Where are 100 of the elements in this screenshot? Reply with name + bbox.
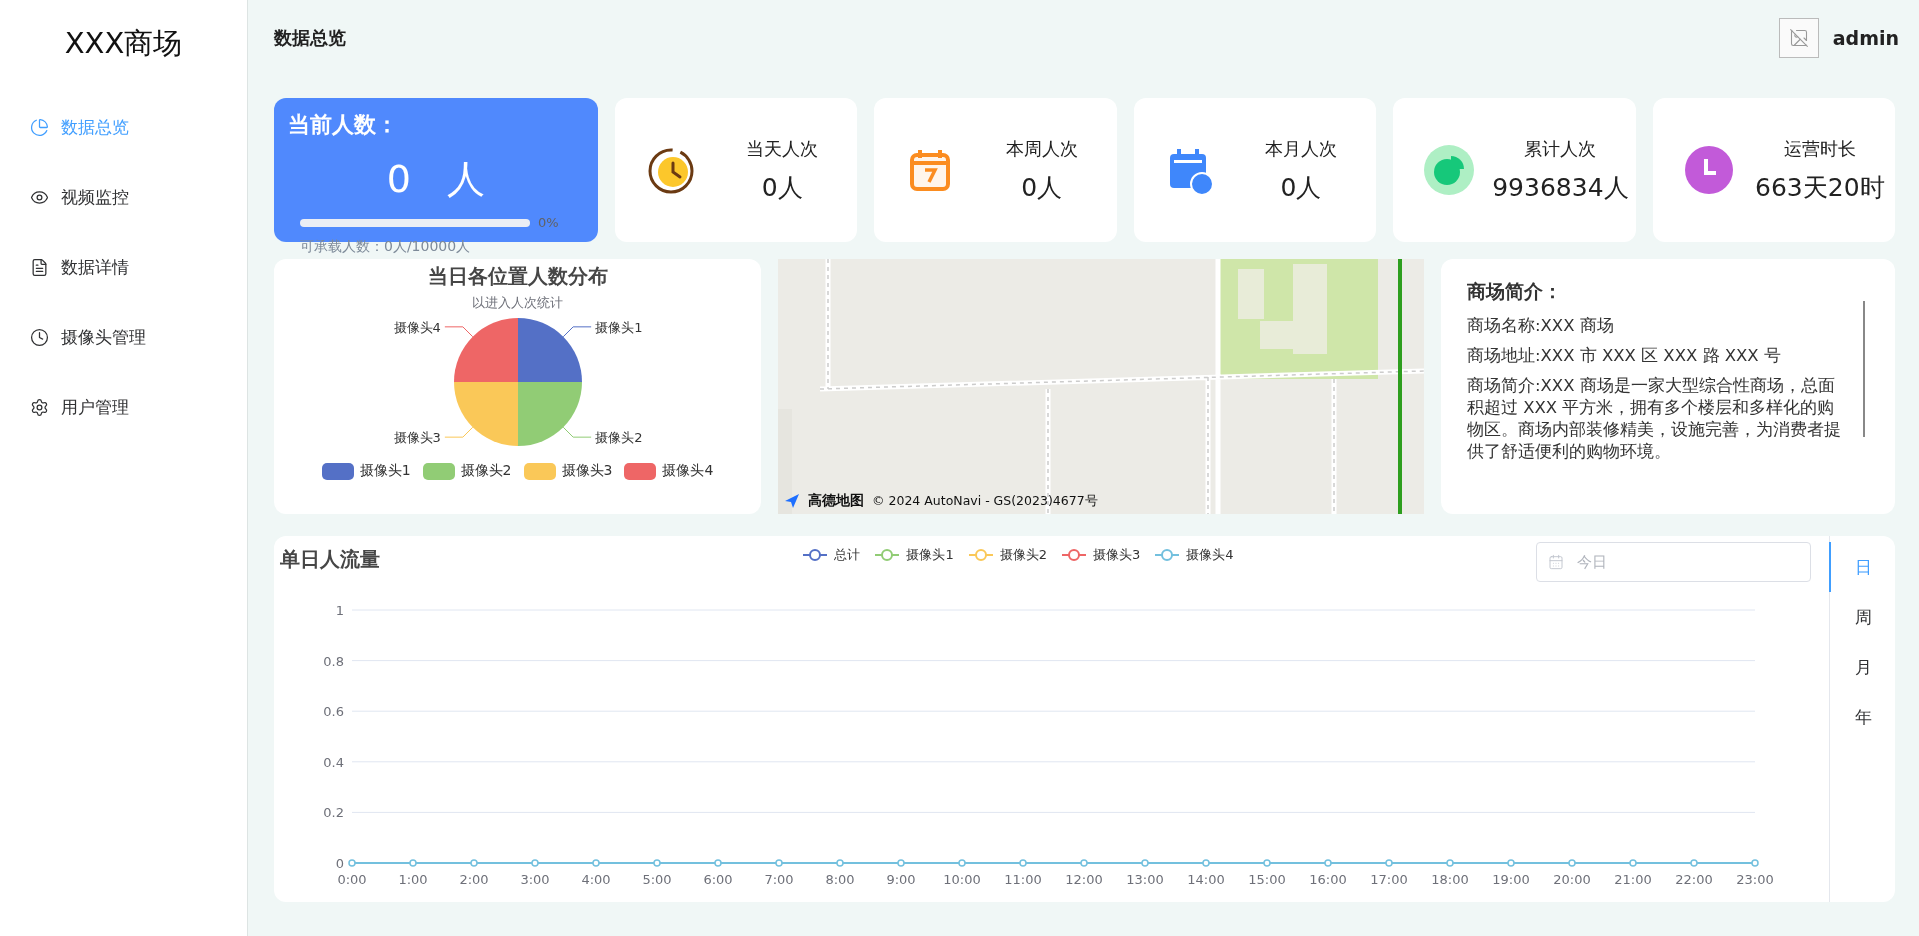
leader-line <box>444 426 474 438</box>
page-title: 数据总览 <box>274 26 346 50</box>
sidebar-item[interactable]: 视频监控 <box>0 162 247 232</box>
axis-tick-label: 11:00 <box>1004 872 1042 887</box>
data-point <box>775 859 783 867</box>
stat-value: 9936834人 <box>1492 171 1629 204</box>
document-icon <box>30 257 49 277</box>
card-title: 当前人数： <box>288 111 399 139</box>
data-point <box>592 859 600 867</box>
stat-label: 本周人次 <box>1005 136 1078 161</box>
axis-tick-label: 0:00 <box>337 872 367 887</box>
legend-item[interactable]: 摄像头4 <box>1154 546 1234 564</box>
data-point <box>470 859 478 867</box>
axis-tick-label: 1 <box>335 603 344 618</box>
data-point <box>836 859 844 867</box>
axis-tick-label: 2:00 <box>459 872 489 887</box>
period-tab[interactable]: 月 <box>1829 642 1895 692</box>
axis-tick-label: 0 <box>335 856 344 871</box>
data-point <box>1141 859 1149 867</box>
settings-icon <box>30 397 49 417</box>
logo: XXX商场 <box>63 25 184 62</box>
axis-tick-label: 12:00 <box>1065 872 1103 887</box>
leader-line <box>562 426 592 438</box>
data-point <box>714 859 722 867</box>
legend-item[interactable]: 摄像头3 <box>1061 546 1141 564</box>
stat-label: 本月人次 <box>1265 136 1337 161</box>
intro-paragraph: 商场地址:XXX 市 XXX 区 XXX 路 XXX 号 <box>1467 345 1782 367</box>
legend-item[interactable]: 摄像头1 <box>321 462 411 480</box>
progress-percent: 0% <box>538 215 559 230</box>
date-field[interactable]: 今日 <box>1536 542 1811 582</box>
pie-chart-icon <box>1423 144 1476 196</box>
intro-paragraph: 商场简介:XXX 商场是一家大型综合性商场，总面积超过 XXX 平方米，拥有多个楼层和多样化的购物区。商场内部装修精美，设施完善，为消费者提供了舒适便利的购物环境。 <box>1467 375 1842 463</box>
pie-label: 摄像头4 <box>393 319 441 335</box>
data-point <box>1263 859 1271 867</box>
legend-item[interactable]: 摄像头1 <box>874 546 954 564</box>
axis-tick-label: 10:00 <box>943 872 981 887</box>
legend-item[interactable]: 摄像头2 <box>967 546 1047 564</box>
axis-tick-label: 8:00 <box>825 872 855 887</box>
scrollbar[interactable] <box>1863 301 1865 437</box>
data-point <box>1080 859 1088 867</box>
axis-tick-label: 22:00 <box>1675 872 1713 887</box>
data-point <box>531 859 539 867</box>
sidebar-item[interactable]: 摄像头管理 <box>0 302 247 372</box>
stat-label: 当天人次 <box>746 136 819 161</box>
data-point <box>653 859 661 867</box>
current-count: 0 人 <box>385 156 487 203</box>
legend-item[interactable]: 摄像头4 <box>624 462 714 480</box>
axis-tick-label: 20:00 <box>1553 872 1591 887</box>
axis-tick-label: 0.6 <box>323 704 344 720</box>
legend-item[interactable]: 摄像头3 <box>523 462 613 480</box>
axis-tick-label: 4:00 <box>581 872 611 887</box>
sidebar-item[interactable]: 用户管理 <box>0 372 247 442</box>
chart-subtitle: 以进入人次统计 <box>472 294 563 312</box>
data-point <box>1751 859 1759 867</box>
stat-label: 运营时长 <box>1783 136 1856 161</box>
data-point <box>1019 859 1027 867</box>
period-tab[interactable]: 周 <box>1829 592 1895 642</box>
chart-title: 单日人流量 <box>280 546 380 573</box>
intro-title: 商场简介： <box>1467 279 1563 304</box>
clock-icon <box>1682 144 1735 196</box>
map-logo-icon <box>784 493 800 509</box>
calendar-icon <box>1548 554 1564 570</box>
axis-tick-label: 1:00 <box>398 872 428 887</box>
avatar[interactable] <box>1778 18 1819 58</box>
pie-label: 摄像头3 <box>393 430 441 446</box>
data-point <box>1324 859 1332 867</box>
axis-tick-label: 23:00 <box>1736 872 1774 887</box>
axis-tick-label: 19:00 <box>1492 872 1530 887</box>
data-point <box>1690 859 1698 867</box>
axis-tick-label: 7:00 <box>764 872 794 887</box>
data-point <box>1507 859 1515 867</box>
legend-item[interactable]: 摄像头2 <box>422 462 512 480</box>
legend-item[interactable]: 总计 <box>802 546 861 564</box>
map-brand: 高德地图 <box>808 492 864 510</box>
axis-tick-label: 9:00 <box>886 872 916 887</box>
data-point <box>1202 859 1210 867</box>
user-name: admin <box>1832 27 1899 49</box>
axis-tick-label: 18:00 <box>1431 872 1469 887</box>
stat-value: 0人 <box>1280 171 1322 204</box>
sidebar-item[interactable]: 数据详情 <box>0 232 247 302</box>
capacity-text: 可承载人数：0人/10000人 <box>300 238 471 256</box>
period-tab[interactable]: 年 <box>1829 692 1895 742</box>
data-point <box>1629 859 1637 867</box>
axis-tick-label: 14:00 <box>1187 872 1225 887</box>
axis-tick-label: 17:00 <box>1370 872 1408 887</box>
pie-label: 摄像头1 <box>595 319 643 335</box>
clock-icon <box>30 327 49 347</box>
intro-paragraph: 商场名称:XXX 商场 <box>1467 315 1615 337</box>
axis-tick-label: 21:00 <box>1614 872 1652 887</box>
stat-value: 663天20时 <box>1755 171 1885 204</box>
pie-chart-icon <box>30 117 49 137</box>
axis-tick-label: 3:00 <box>520 872 550 887</box>
data-point <box>1385 859 1393 867</box>
data-point <box>348 859 356 867</box>
axis-tick-label: 0.2 <box>323 805 344 821</box>
leader-line <box>444 326 474 338</box>
stat-label: 累计人次 <box>1524 136 1597 161</box>
stat-value: 0人 <box>761 171 803 204</box>
chart-title: 当日各位置人数分布 <box>427 263 608 290</box>
pie-label: 摄像头2 <box>595 430 643 446</box>
